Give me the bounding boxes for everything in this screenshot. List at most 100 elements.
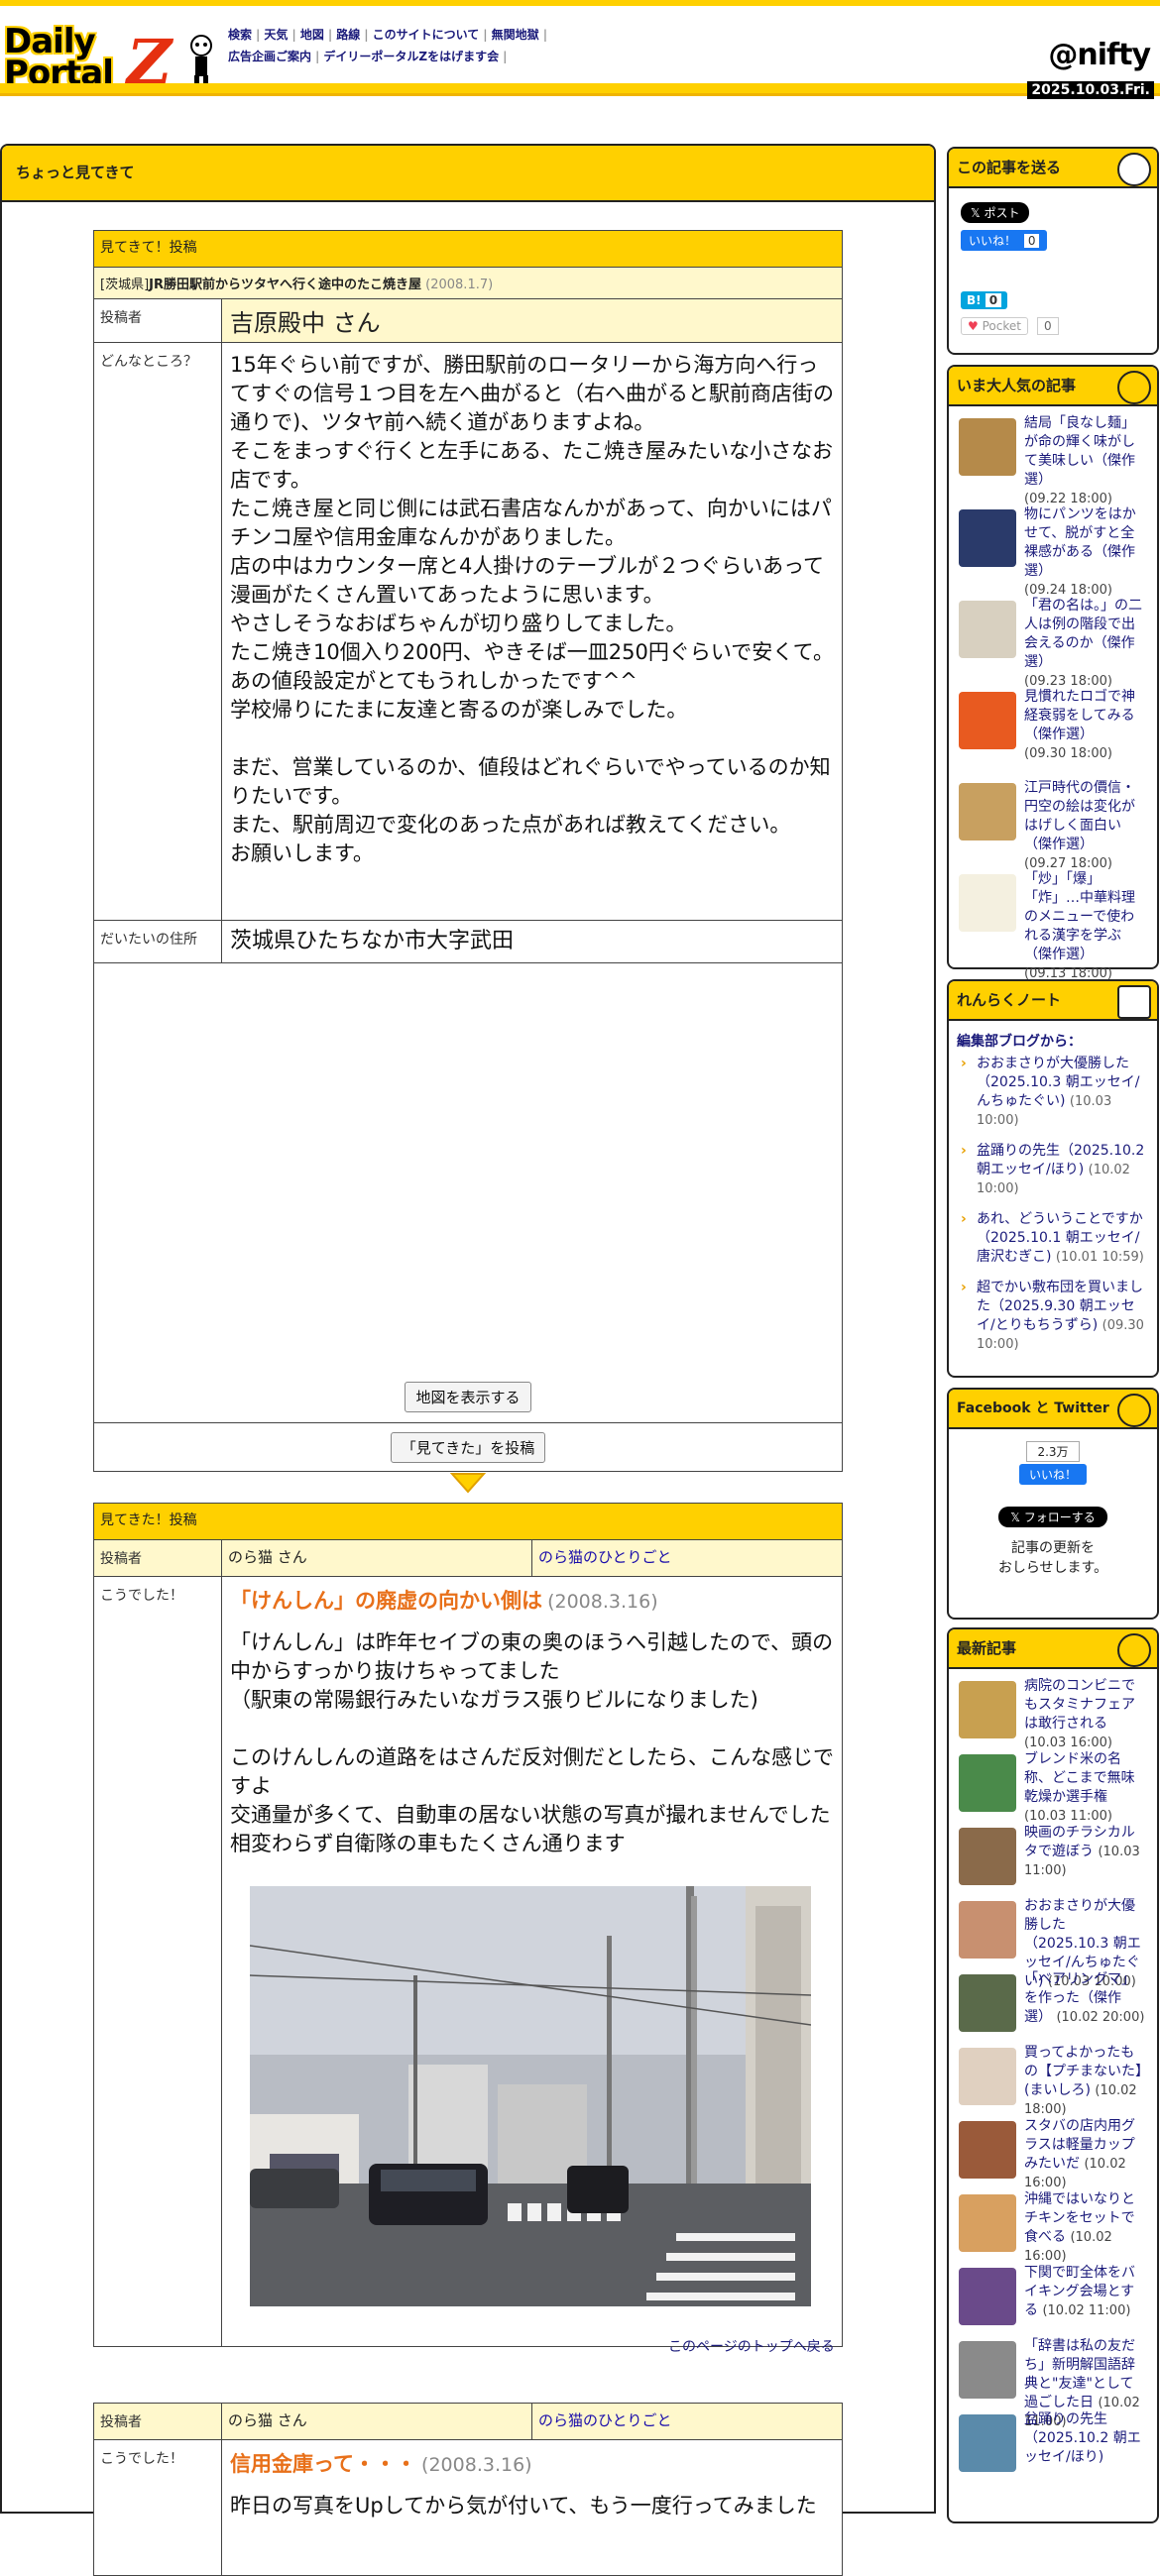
popular-thumbnail[interactable] xyxy=(959,874,1016,932)
popular-thumbnail[interactable] xyxy=(959,601,1016,658)
mascot-head-icon xyxy=(1117,371,1151,404)
popular-item-text[interactable]: 結局「良なし麺」が命の輝く味がして美味しい（傑作選） (09.22 18:00) xyxy=(1024,414,1147,508)
latest-item-text[interactable]: 映画のチラシカルタで遊ぼう (10.03 11:00) xyxy=(1024,1824,1147,1880)
popular-thumbnail[interactable] xyxy=(959,692,1016,749)
latest-thumbnail[interactable] xyxy=(959,1828,1016,1885)
popular-item-text[interactable]: 「炒」「爆」「炸」…中華料理のメニューで使われる漢字を学ぶ（傑作選） (09.13… xyxy=(1024,870,1147,983)
show-map-button[interactable]: 地図を表示する xyxy=(405,1382,531,1412)
note-item[interactable]: 超でかい敷布団を買いました（2025.9.30 朝エッセイ/とりもちうずら) (… xyxy=(957,1279,1149,1354)
latest-thumbnail[interactable] xyxy=(959,2268,1016,2325)
nav-separator: | xyxy=(503,50,508,63)
post-mitekita-button[interactable]: 「見てきた」を投稿 xyxy=(390,1431,546,1463)
popular-item-text[interactable]: 物にパンツをはかせて、脱がすと全裸感がある（傑作選） (09.24 18:00) xyxy=(1024,505,1147,600)
hatena-count: 0 xyxy=(985,293,1002,307)
hatena-button[interactable]: B! 0 xyxy=(961,291,1008,309)
latest-item-title[interactable]: 病院のコンビニでもスタミナフェアは敢行される xyxy=(1024,1678,1135,1732)
nav-link[interactable]: このサイトについて xyxy=(373,28,480,42)
body-line: お願いします。 xyxy=(230,841,374,865)
popular-item-text[interactable]: 「君の名は。」の二人は例の階段で出会えるのか（傑作選） (09.23 18:00) xyxy=(1024,597,1147,691)
note-item-title[interactable]: おおまさりが大優勝した（2025.10.3 朝エッセイ/んちゅたぐい) xyxy=(977,1056,1139,1109)
latest-thumbnail[interactable] xyxy=(959,2194,1016,2252)
note-item[interactable]: おおまさりが大優勝した（2025.10.3 朝エッセイ/んちゅたぐい) (10.… xyxy=(957,1055,1149,1130)
body-line: 「けんしん」は昨年セイブの東の奥のほうへ引越したので、頭の中からすっかり抜けちゃ… xyxy=(230,1630,834,1683)
report1-poster-label: 投稿者 xyxy=(93,1539,222,1577)
fb-like-button[interactable]: いいね！ 0 xyxy=(961,230,1048,251)
popular-thumbnail[interactable] xyxy=(959,418,1016,476)
popular-item-title[interactable]: 「炒」「爆」「炸」…中華料理のメニューで使われる漢字を学ぶ（傑作選） xyxy=(1024,871,1135,962)
popular-item-title[interactable]: 結局「良なし麺」が命の輝く味がして美味しい（傑作選） xyxy=(1024,415,1135,488)
popular-thumbnail[interactable] xyxy=(959,783,1016,840)
popular-item-title[interactable]: 江戸時代の價信・円空の絵は変化がはげしく面白い（傑作選） xyxy=(1024,780,1135,852)
popular-item[interactable]: 江戸時代の價信・円空の絵は変化がはげしく面白い（傑作選） (09.27 18:00… xyxy=(949,779,1157,873)
popular-item-text[interactable]: 江戸時代の價信・円空の絵は変化がはげしく面白い（傑作選） (09.27 18:00… xyxy=(1024,779,1147,873)
popular-item[interactable]: 物にパンツをはかせて、脱がすと全裸感がある（傑作選） (09.24 18:00) xyxy=(949,505,1157,600)
report1-blog-link[interactable]: のら猫のひとりごと xyxy=(531,1539,843,1577)
nav-link[interactable]: 地図 xyxy=(300,28,324,42)
report2-poster-label: 投稿者 xyxy=(93,2403,222,2440)
nav-separator: | xyxy=(483,28,488,42)
latest-thumbnail[interactable] xyxy=(959,2341,1016,2399)
back-to-top-link[interactable]: このページのトップへ戻る xyxy=(668,2336,835,2356)
note-item[interactable]: あれ、どういうことですか（2025.10.1 朝エッセイ/唐沢むぎこ) (10.… xyxy=(957,1210,1149,1267)
popular-item-title[interactable]: 見慣れたロゴで神経衰弱をしてみる（傑作選） xyxy=(1024,689,1135,742)
latest-item-text[interactable]: 沖縄ではいなりとチキンをセットで食べる (10.02 16:00) xyxy=(1024,2190,1147,2266)
pocket-button[interactable]: ♥ Pocket xyxy=(961,317,1028,335)
report2-blog-link[interactable]: のら猫のひとりごと xyxy=(531,2403,843,2440)
nav-link[interactable]: 天気 xyxy=(264,28,288,42)
latest-thumbnail[interactable] xyxy=(959,2414,1016,2472)
latest-item[interactable]: ブレンド米の名称、どこまで無味乾燥か選手権 (10.03 11:00) xyxy=(949,1750,1157,1824)
header-bottom-stripe xyxy=(0,83,1160,93)
popular-item[interactable]: 結局「良なし麺」が命の輝く味がして美味しい（傑作選） (09.22 18:00) xyxy=(949,414,1157,508)
nav-link[interactable]: 無関地獄 xyxy=(492,28,539,42)
latest-item-text[interactable]: スタバの店内用グラスは軽量カップみたいだ (10.02 16:00) xyxy=(1024,2117,1147,2192)
latest-thumbnail[interactable] xyxy=(959,1974,1016,2032)
fb-page-like-button[interactable]: いいね！ xyxy=(1018,1464,1087,1485)
latest-thumbnail[interactable] xyxy=(959,1681,1016,1738)
nav-link[interactable]: デイリーポータルZをはげます会 xyxy=(323,50,499,63)
popular-thumbnail[interactable] xyxy=(959,509,1016,567)
latest-thumbnail[interactable] xyxy=(959,2048,1016,2105)
body-line: たこ焼き屋と同じ側には武石書店なんかがあって、向かいにはパチンコ屋や信用金庫なん… xyxy=(230,497,832,549)
latest-item[interactable]: 「辞書は私の友だち」新明解国語辞典と"友達"として過ごした日 (10.02 11… xyxy=(949,2337,1157,2429)
x-post-button[interactable]: 𝕏 ポスト xyxy=(961,202,1030,223)
popular-item[interactable]: 見慣れたロゴで神経衰弱をしてみる（傑作選） (09.30 18:00) xyxy=(949,688,1157,779)
nav-link[interactable]: 検索 xyxy=(228,28,252,42)
popular-item-text[interactable]: 見慣れたロゴで神経衰弱をしてみる（傑作選） (09.30 18:00) xyxy=(1024,688,1147,763)
latest-item[interactable]: 買ってよかったもの【プチまないた】(まいしろ) (10.02 18:00) xyxy=(949,2044,1157,2117)
latest-item[interactable]: 下関で町全体をバイキング会場とする (10.02 11:00) xyxy=(949,2264,1157,2337)
latest-item-title[interactable]: 盆踊りの先生（2025.10.2 朝エッセイ/ほり) xyxy=(1024,2411,1141,2465)
latest-item[interactable]: 盆踊りの先生（2025.10.2 朝エッセイ/ほり) xyxy=(949,2410,1157,2484)
latest-item-title[interactable]: ブレンド米の名称、どこまで無味乾燥か選手権 xyxy=(1024,1751,1135,1805)
popular-item-title[interactable]: 「君の名は。」の二人は例の階段で出会えるのか（傑作選） xyxy=(1024,598,1142,670)
latest-item-text[interactable]: 「ベアリングマ」を作った（傑作選） (10.02 20:00) xyxy=(1024,1970,1147,2027)
latest-item-text[interactable]: 買ってよかったもの【プチまないた】(まいしろ) (10.02 18:00) xyxy=(1024,2044,1147,2119)
report2-blog-anchor[interactable]: のら猫のひとりごと xyxy=(538,2411,672,2429)
latest-item[interactable]: 映画のチラシカルタで遊ぼう (10.03 11:00) xyxy=(949,1824,1157,1897)
latest-thumbnail[interactable] xyxy=(959,2121,1016,2179)
report2-title: 信用金庫って・・・ xyxy=(230,2452,416,2476)
latest-item[interactable]: 病院のコンビニでもスタミナフェアは敢行される (10.03 16:00) xyxy=(949,1677,1157,1750)
nav-link[interactable]: 広告企画ご案内 xyxy=(228,50,311,63)
latest-item-text[interactable]: 下関で町全体をバイキング会場とする (10.02 11:00) xyxy=(1024,2264,1147,2320)
latest-item[interactable]: 「ベアリングマ」を作った（傑作選） (10.02 20:00) xyxy=(949,1970,1157,2044)
report1-body-cell: 「けんしん」の廃虚の向かい側は (2008.3.16) 「けんしん」は昨年セイブ… xyxy=(221,1576,843,2347)
latest-item-text[interactable]: ブレンド米の名称、どこまで無味乾燥か選手権 (10.03 11:00) xyxy=(1024,1750,1147,1826)
latest-item-text[interactable]: 盆踊りの先生（2025.10.2 朝エッセイ/ほり) xyxy=(1024,2410,1147,2467)
latest-item-text[interactable]: 病院のコンビニでもスタミナフェアは敢行される (10.03 16:00) xyxy=(1024,1677,1147,1752)
latest-item[interactable]: 沖縄ではいなりとチキンをセットで食べる (10.02 16:00) xyxy=(949,2190,1157,2264)
latest-thumbnail[interactable] xyxy=(959,1754,1016,1812)
popular-item[interactable]: 「君の名は。」の二人は例の階段で出会えるのか（傑作選） (09.23 18:00) xyxy=(949,597,1157,691)
latest-box: 最新記事 病院のコンビニでもスタミナフェアは敢行される (10.03 16:00… xyxy=(947,1627,1159,2523)
x-follow-button[interactable]: 𝕏 フォローする xyxy=(998,1507,1107,1527)
report2-date: (2008.3.16) xyxy=(421,2454,532,2476)
nav-link[interactable]: 路線 xyxy=(336,28,360,42)
popular-item[interactable]: 「炒」「爆」「炸」…中華料理のメニューで使われる漢字を学ぶ（傑作選） (09.13… xyxy=(949,870,1157,981)
latest-thumbnail[interactable] xyxy=(959,1901,1016,1959)
latest-item[interactable]: スタバの店内用グラスは軽量カップみたいだ (10.02 16:00) xyxy=(949,2117,1157,2190)
note-item[interactable]: 盆踊りの先生（2025.10.2 朝エッセイ/ほり) (10.02 10:00) xyxy=(957,1142,1149,1198)
report1-blog-anchor[interactable]: のら猫のひとりごと xyxy=(538,1548,672,1566)
nifty-brand[interactable]: @nifty xyxy=(1048,38,1151,72)
latest-item[interactable]: おおまさりが大優勝した（2025.10.3 朝エッセイ/んちゅたぐい) (10.… xyxy=(949,1897,1157,1989)
popular-item-title[interactable]: 物にパンツをはかせて、脱がすと全裸感がある（傑作選） xyxy=(1024,506,1136,579)
body-line: たこ焼き10個入り200円、やきそば一皿250円ぐらいで安くて。 xyxy=(230,640,834,664)
